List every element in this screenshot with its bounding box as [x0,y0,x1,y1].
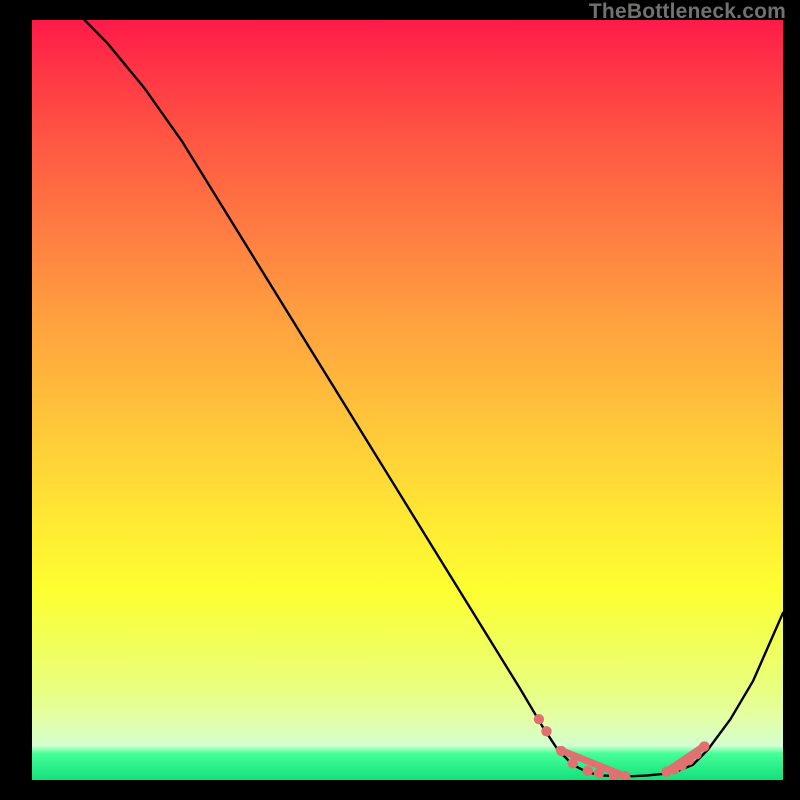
marker-dot [541,726,551,736]
bottleneck-curve [32,20,783,776]
chart-frame: TheBottleneck.com [0,0,800,800]
marker-dot [583,766,593,776]
marker-dot [691,749,701,759]
plot-area [32,20,783,780]
marker-dot [568,758,578,768]
marker-dot [699,741,709,751]
marker-dot [556,746,566,756]
highlight-markers [534,714,710,780]
marker-dot [594,768,604,778]
watermark-text: TheBottleneck.com [589,0,786,24]
marker-dot [534,714,544,724]
curve-layer [32,20,783,780]
